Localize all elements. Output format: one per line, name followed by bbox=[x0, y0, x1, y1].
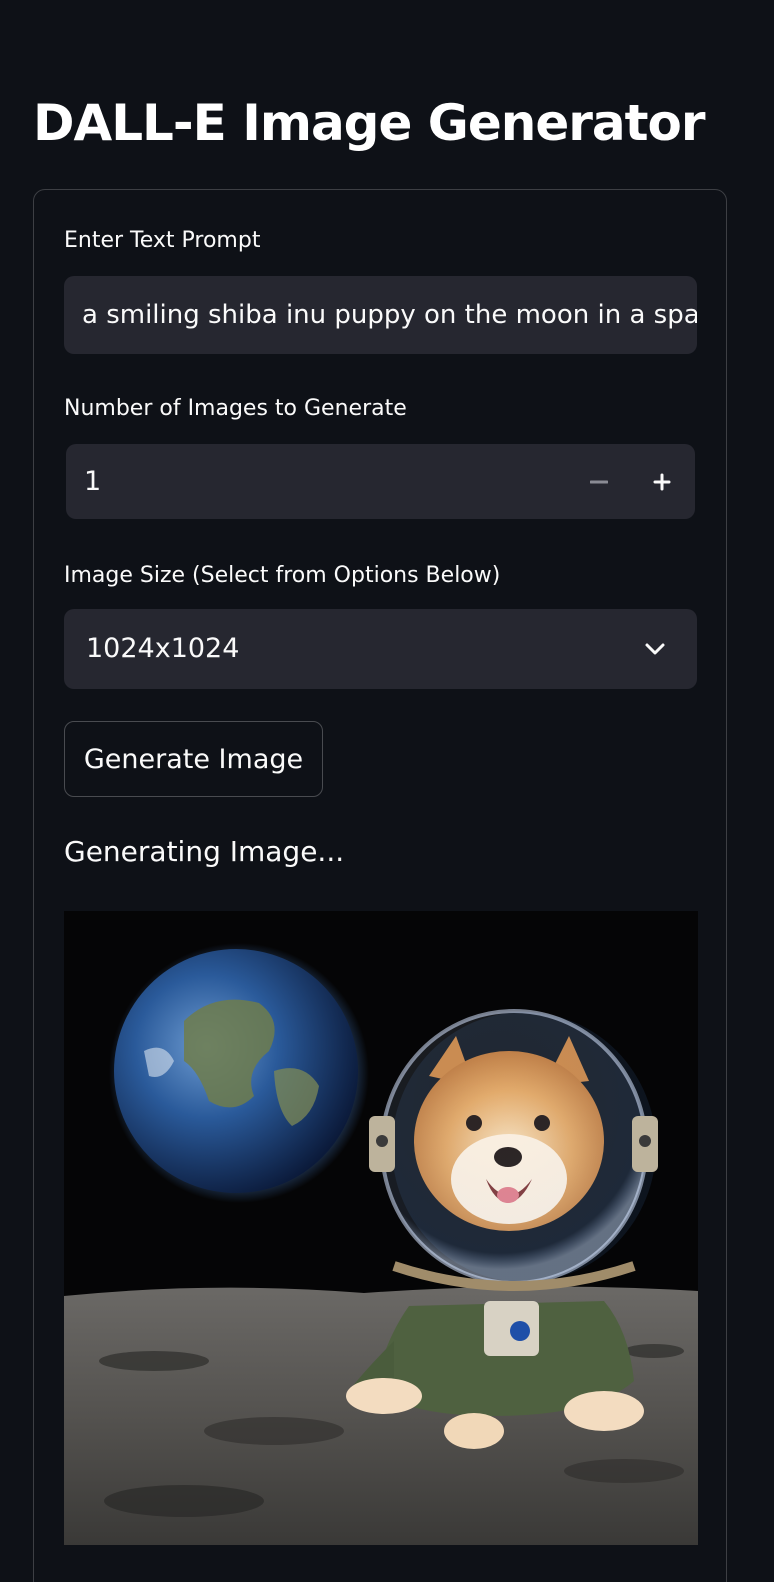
page-title: DALL-E Image Generator bbox=[33, 94, 706, 152]
generator-form: Enter Text Prompt a smiling shiba inu pu… bbox=[33, 189, 727, 1582]
size-label: Image Size (Select from Options Below) bbox=[64, 563, 501, 588]
prompt-input[interactable]: a smiling shiba inu puppy on the moon in… bbox=[64, 276, 697, 354]
status-text: Generating Image... bbox=[64, 835, 345, 868]
minus-icon bbox=[590, 480, 608, 483]
num-images-input[interactable]: 1 bbox=[66, 444, 695, 519]
prompt-label: Enter Text Prompt bbox=[64, 228, 261, 253]
generated-image bbox=[64, 911, 698, 1545]
plus-icon bbox=[653, 473, 671, 490]
num-images-value: 1 bbox=[84, 466, 102, 497]
size-select[interactable]: 1024x1024 bbox=[64, 609, 697, 689]
chevron-down-icon bbox=[645, 643, 665, 655]
app: DALL-E Image Generator Enter Text Prompt… bbox=[0, 0, 774, 1582]
generated-image-art bbox=[64, 911, 698, 1545]
generate-button[interactable]: Generate Image bbox=[64, 721, 323, 797]
prompt-input-value: a smiling shiba inu puppy on the moon in… bbox=[82, 300, 697, 330]
decrement-button[interactable] bbox=[572, 454, 626, 509]
size-select-value: 1024x1024 bbox=[86, 633, 240, 664]
num-images-label: Number of Images to Generate bbox=[64, 396, 407, 421]
increment-button[interactable] bbox=[635, 454, 689, 509]
